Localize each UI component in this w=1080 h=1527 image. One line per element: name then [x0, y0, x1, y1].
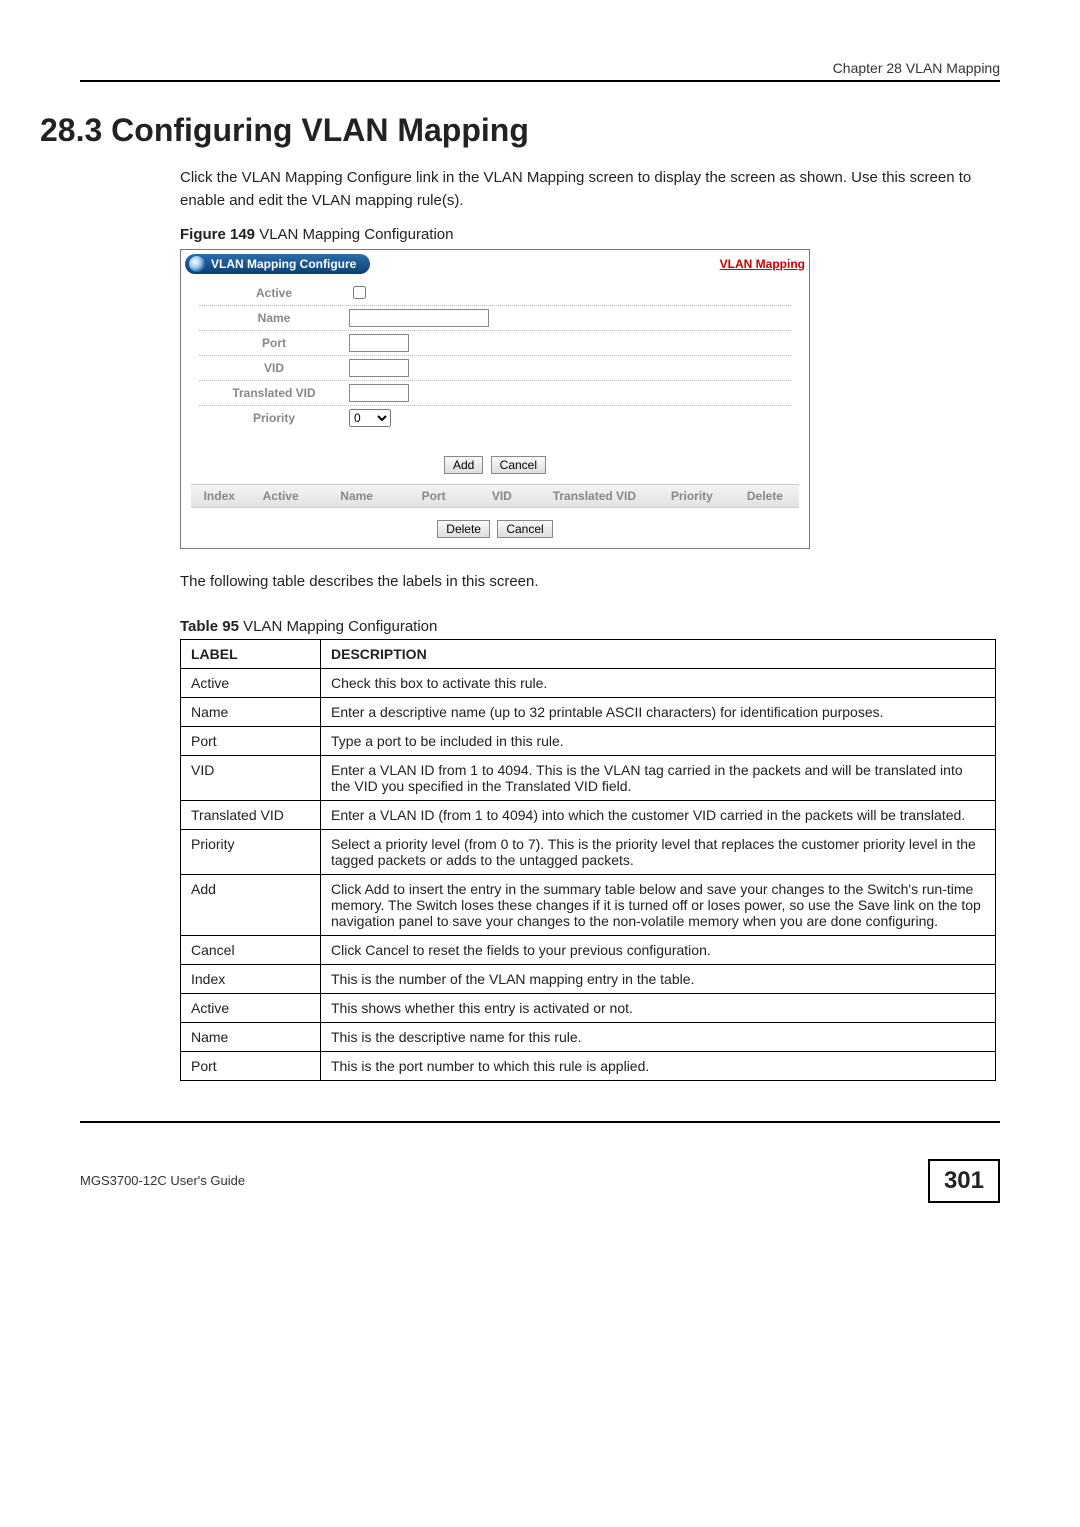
col-tvid: Translated VID: [536, 489, 653, 503]
delete-button[interactable]: Delete: [437, 520, 490, 538]
th-label: LABEL: [181, 639, 321, 668]
col-name: Name: [314, 489, 400, 503]
table-row: IndexThis is the number of the VLAN mapp…: [181, 964, 996, 993]
add-button[interactable]: Add: [444, 456, 483, 474]
td-label: Active: [181, 668, 321, 697]
td-desc: This is the descriptive name for this ru…: [321, 1022, 996, 1051]
td-desc: Select a priority level (from 0 to 7). T…: [321, 829, 996, 874]
breadcrumb: Chapter 28 VLAN Mapping: [80, 60, 1000, 76]
table-row: VIDEnter a VLAN ID from 1 to 4094. This …: [181, 755, 996, 800]
figure-caption-rest: VLAN Mapping Configuration: [255, 226, 453, 243]
list-header-row: Index Active Name Port VID Translated VI…: [191, 484, 799, 508]
table-row: PortThis is the port number to which thi…: [181, 1051, 996, 1080]
vlan-mapping-configure-screenshot: VLAN Mapping Configure VLAN Mapping Acti…: [180, 249, 810, 549]
td-desc: Click Cancel to reset the fields to your…: [321, 935, 996, 964]
priority-select[interactable]: 0: [349, 409, 391, 427]
vid-input[interactable]: [349, 359, 409, 377]
cancel-button-2[interactable]: Cancel: [497, 520, 552, 538]
footer-guide-name: MGS3700-12C User's Guide: [80, 1173, 245, 1188]
td-desc: Enter a VLAN ID (from 1 to 4094) into wh…: [321, 800, 996, 829]
td-desc: This is the port number to which this ru…: [321, 1051, 996, 1080]
col-port: Port: [400, 489, 468, 503]
col-vid: VID: [468, 489, 536, 503]
port-input[interactable]: [349, 334, 409, 352]
td-desc: Enter a descriptive name (up to 32 print…: [321, 697, 996, 726]
td-desc: Type a port to be included in this rule.: [321, 726, 996, 755]
col-delete: Delete: [731, 489, 799, 503]
panel-title-dot-icon: [189, 256, 205, 272]
label-name: Name: [199, 311, 349, 325]
page-number: 301: [928, 1159, 1000, 1203]
td-label: Translated VID: [181, 800, 321, 829]
col-active: Active: [248, 489, 314, 503]
table-caption-bold: Table 95: [180, 618, 239, 635]
td-desc: Click Add to insert the entry in the sum…: [321, 874, 996, 935]
td-desc: This shows whether this entry is activat…: [321, 993, 996, 1022]
td-label: Cancel: [181, 935, 321, 964]
table-row: Translated VIDEnter a VLAN ID (from 1 to…: [181, 800, 996, 829]
intro-text: Click the VLAN Mapping Configure link in…: [180, 167, 1000, 212]
description-table: LABEL DESCRIPTION ActiveCheck this box t…: [180, 639, 996, 1081]
table-caption: Table 95 VLAN Mapping Configuration: [180, 618, 1000, 635]
th-description: DESCRIPTION: [321, 639, 996, 668]
td-desc: This is the number of the VLAN mapping e…: [321, 964, 996, 993]
col-index: Index: [191, 489, 248, 503]
col-priority: Priority: [653, 489, 731, 503]
translated-vid-input[interactable]: [349, 384, 409, 402]
figure-caption-bold: Figure 149: [180, 226, 255, 243]
label-active: Active: [199, 286, 349, 300]
td-label: Active: [181, 993, 321, 1022]
table-caption-rest: VLAN Mapping Configuration: [239, 618, 437, 635]
cancel-button[interactable]: Cancel: [491, 456, 546, 474]
label-priority: Priority: [199, 411, 349, 425]
table-row: ActiveCheck this box to activate this ru…: [181, 668, 996, 697]
td-label: Port: [181, 1051, 321, 1080]
td-label: Port: [181, 726, 321, 755]
td-label: Add: [181, 874, 321, 935]
header-rule: [80, 80, 1000, 82]
table-row: NameThis is the descriptive name for thi…: [181, 1022, 996, 1051]
table-row: CancelClick Cancel to reset the fields t…: [181, 935, 996, 964]
page-title: 28.3 Configuring VLAN Mapping: [40, 112, 1000, 149]
panel-title-pill: VLAN Mapping Configure: [185, 254, 370, 274]
label-translated-vid: Translated VID: [199, 386, 349, 400]
td-desc: Enter a VLAN ID from 1 to 4094. This is …: [321, 755, 996, 800]
label-vid: VID: [199, 361, 349, 375]
td-label: Priority: [181, 829, 321, 874]
td-desc: Check this box to activate this rule.: [321, 668, 996, 697]
figure-caption: Figure 149 VLAN Mapping Configuration: [180, 226, 1000, 243]
table-row: PrioritySelect a priority level (from 0 …: [181, 829, 996, 874]
td-label: Index: [181, 964, 321, 993]
table-row: PortType a port to be included in this r…: [181, 726, 996, 755]
table-row: ActiveThis shows whether this entry is a…: [181, 993, 996, 1022]
table-row: AddClick Add to insert the entry in the …: [181, 874, 996, 935]
vlan-mapping-link[interactable]: VLAN Mapping: [720, 257, 805, 271]
td-label: VID: [181, 755, 321, 800]
panel-title-text: VLAN Mapping Configure: [211, 257, 356, 271]
active-checkbox[interactable]: [353, 286, 366, 299]
name-input[interactable]: [349, 309, 489, 327]
table-row: NameEnter a descriptive name (up to 32 p…: [181, 697, 996, 726]
td-label: Name: [181, 1022, 321, 1051]
label-port: Port: [199, 336, 349, 350]
td-label: Name: [181, 697, 321, 726]
table-intro-text: The following table describes the labels…: [180, 571, 1000, 594]
